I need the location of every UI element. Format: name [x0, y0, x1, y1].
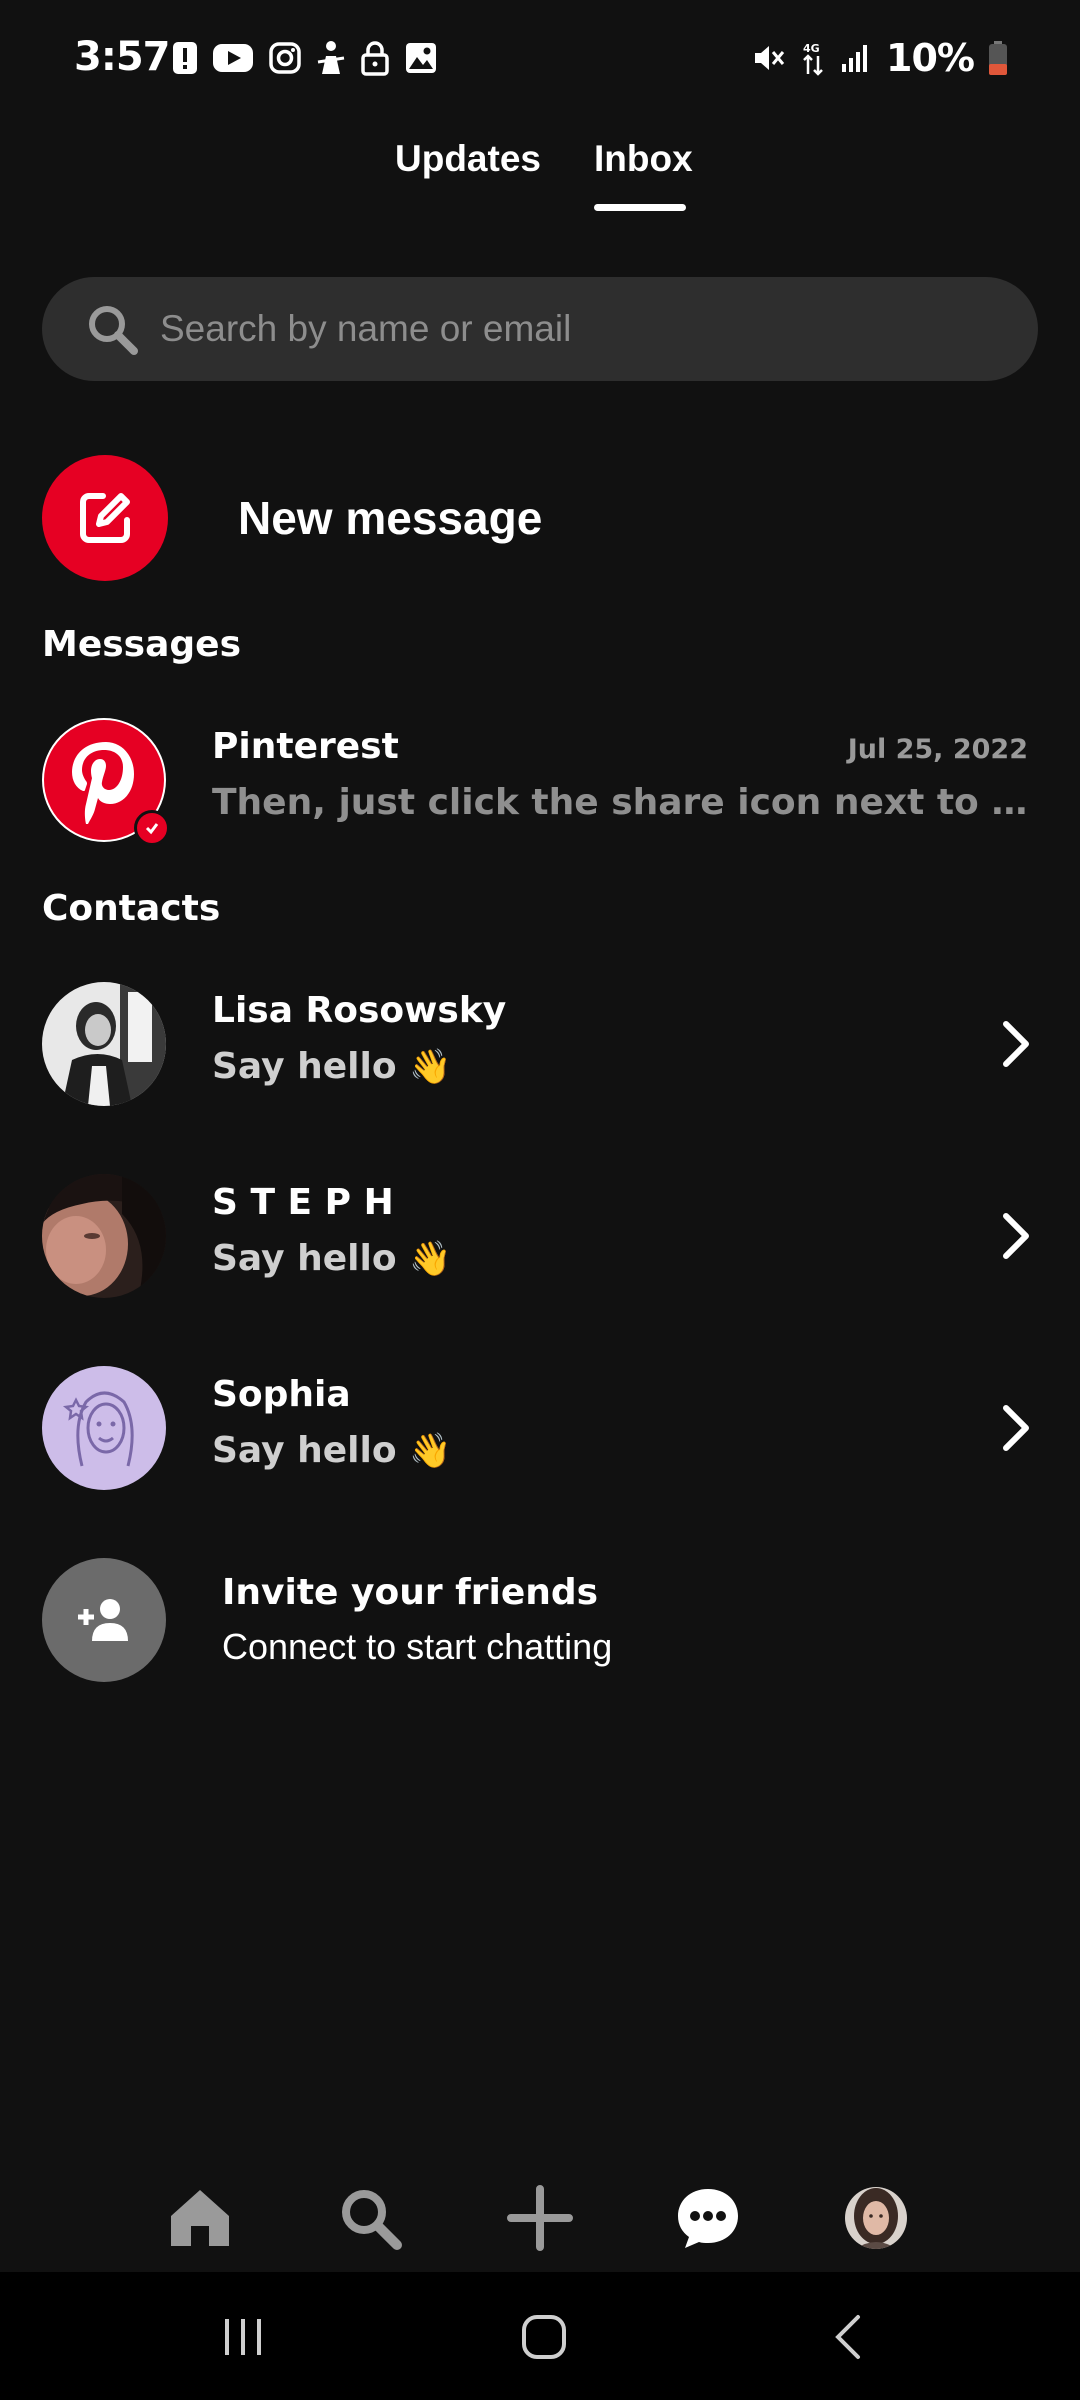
verified-badge-icon [134, 810, 170, 846]
search-icon [89, 306, 138, 355]
conversation-pinterest[interactable]: Pinterest Jul 25, 2022 Then, just click … [42, 718, 1038, 846]
avatar [42, 982, 166, 1106]
svg-text:4G: 4G [803, 42, 820, 55]
nav-search[interactable] [330, 2178, 410, 2258]
battery-percent: 10% [886, 36, 975, 80]
home-icon [171, 2190, 229, 2246]
nav-profile[interactable] [836, 2178, 916, 2258]
chat-icon [678, 2189, 738, 2248]
data-icon: 4G [803, 42, 823, 76]
top-tabs: Updates Inbox [0, 138, 1080, 218]
profile-avatar [845, 2187, 907, 2249]
contact-subtitle: Say hello 👋 [212, 1238, 452, 1279]
status-bar: 3:57 4G 10% [0, 0, 1080, 120]
contact-row-lisa[interactable]: Lisa Rosowsky Say hello 👋 [42, 982, 1038, 1108]
search-bar[interactable] [42, 277, 1038, 381]
messages-header: Messages [42, 624, 242, 665]
nav-messages[interactable] [668, 2178, 748, 2258]
chevron-right-icon [1003, 1021, 1029, 1067]
conversation-date: Jul 25, 2022 [847, 734, 1028, 765]
mute-icon [755, 46, 785, 70]
search-icon [342, 2190, 402, 2250]
contacts-header: Contacts [42, 888, 221, 929]
plus-icon [507, 2185, 573, 2251]
contact-row-steph[interactable]: S T E P H Say hello 👋 [42, 1174, 1038, 1300]
invite-subtitle: Connect to start chatting [222, 1626, 613, 1667]
home-circle-icon [522, 2315, 566, 2359]
contact-subtitle: Say hello 👋 [212, 1046, 452, 1087]
avatar [42, 1174, 166, 1298]
recent-apps-button[interactable] [203, 2302, 283, 2372]
signal-icon [842, 45, 868, 72]
new-message-label: New message [238, 492, 543, 544]
inbox-screen: 3:57 4G 10% Updates Inbox Search by name… [0, 0, 1080, 2400]
bottom-navigation [0, 2160, 1080, 2270]
contact-name: Lisa Rosowsky [212, 990, 507, 1031]
status-time: 3:57 [74, 34, 170, 80]
instagram-icon [269, 42, 301, 74]
chevron-right-icon [1003, 1213, 1029, 1259]
add-person-icon [42, 1558, 166, 1682]
recent-apps-icon [225, 2319, 261, 2355]
avatar [42, 1366, 166, 1490]
notification-icons [172, 40, 438, 76]
search-input[interactable] [158, 307, 982, 351]
battery-icon [989, 41, 1007, 75]
active-tab-indicator [594, 204, 686, 211]
new-message-button[interactable]: New message [42, 455, 1042, 581]
chevron-right-icon [1003, 1405, 1029, 1451]
contact-name: S T E P H [212, 1182, 394, 1223]
invite-title: Invite your friends [222, 1572, 599, 1613]
nav-create[interactable] [500, 2178, 580, 2258]
contact-name: Sophia [212, 1374, 351, 1415]
system-status-icons: 4G 10% [752, 36, 1008, 80]
system-navigation-bar [0, 2272, 1080, 2400]
back-icon [835, 2315, 860, 2359]
conversation-name: Pinterest [212, 726, 399, 767]
conversation-preview: Then, just click the share icon next to … [212, 782, 1032, 823]
waving-hand-icon: 👋 [409, 1047, 452, 1087]
waving-hand-icon: 👋 [409, 1431, 452, 1471]
alert-icon [173, 42, 197, 74]
lock-icon [361, 41, 389, 76]
compose-icon [42, 455, 168, 581]
tab-inbox[interactable]: Inbox [594, 138, 693, 180]
invite-friends-button[interactable]: Invite your friends Connect to start cha… [42, 1558, 1038, 1684]
tab-updates[interactable]: Updates [395, 138, 541, 180]
app-icon [317, 41, 345, 74]
image-icon [406, 43, 436, 73]
youtube-icon [213, 44, 253, 72]
home-button[interactable] [504, 2302, 584, 2372]
back-button[interactable] [808, 2302, 888, 2372]
nav-home[interactable] [160, 2178, 240, 2258]
waving-hand-icon: 👋 [409, 1239, 452, 1279]
contact-subtitle: Say hello 👋 [212, 1430, 452, 1471]
contact-row-sophia[interactable]: Sophia Say hello 👋 [42, 1366, 1038, 1492]
